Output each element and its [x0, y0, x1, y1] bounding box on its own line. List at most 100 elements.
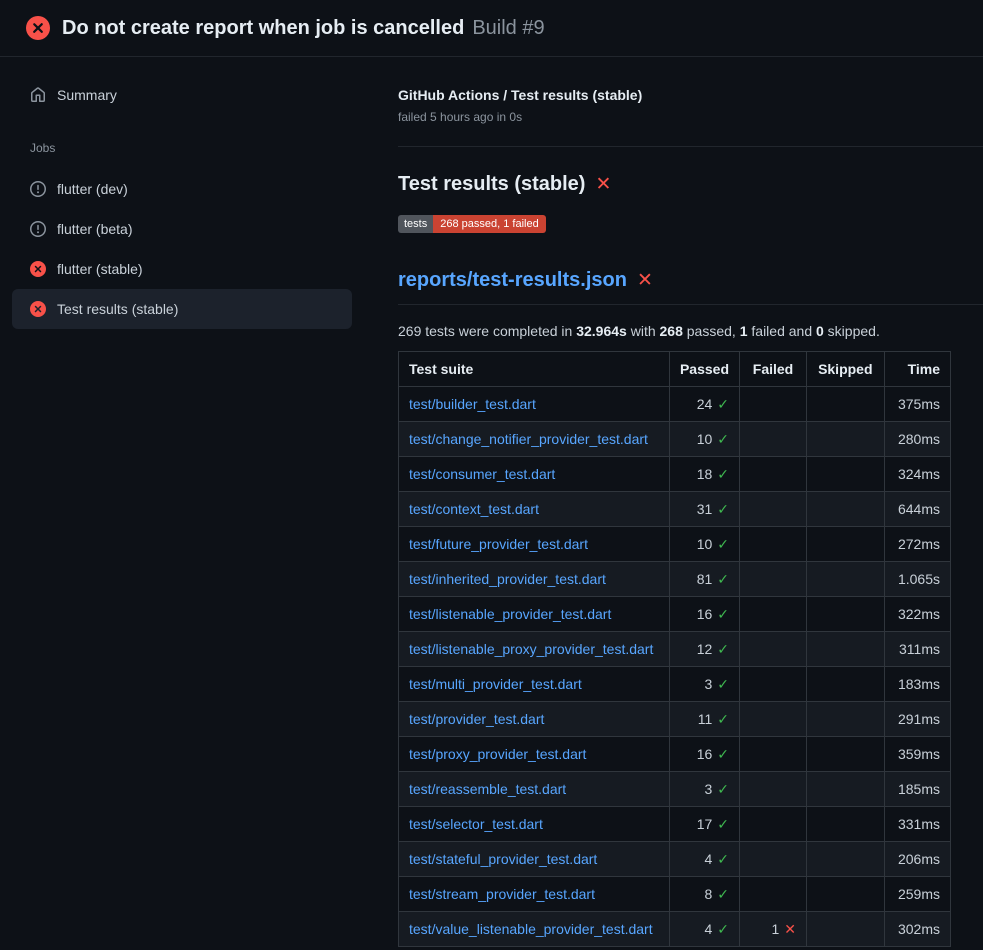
test-suite-link[interactable]: test/inherited_provider_test.dart	[409, 571, 606, 587]
test-suite-cell: test/value_listenable_provider_test.dart	[399, 912, 670, 947]
test-suite-cell: test/stream_provider_test.dart	[399, 877, 670, 912]
divider	[398, 146, 983, 147]
badge-label: tests	[398, 215, 433, 233]
page: Do not create report when job is cancell…	[0, 0, 983, 950]
failed-x-icon: ✕	[595, 175, 611, 194]
time-cell: 206ms	[884, 842, 950, 877]
passed-cell: 8✓	[669, 877, 739, 912]
check-icon: ✓	[717, 816, 729, 832]
check-icon: ✓	[717, 711, 729, 727]
job-label: flutter (stable)	[57, 261, 143, 277]
table-row: test/proxy_provider_test.dart 16✓ 359ms	[399, 737, 951, 772]
failed-status-icon	[30, 261, 46, 277]
table-row: test/reassemble_test.dart 3✓ 185ms	[399, 772, 951, 807]
test-suite-link[interactable]: test/consumer_test.dart	[409, 466, 555, 482]
job-label: Test results (stable)	[57, 301, 178, 317]
test-suite-link[interactable]: test/stream_provider_test.dart	[409, 886, 595, 902]
sidebar-item-flutter-stable[interactable]: flutter (stable)	[12, 249, 352, 289]
check-icon: ✓	[717, 501, 729, 517]
test-suite-link[interactable]: test/proxy_provider_test.dart	[409, 746, 586, 762]
skipped-cell	[807, 772, 885, 807]
test-suite-cell: test/provider_test.dart	[399, 702, 670, 737]
passed-cell: 81✓	[669, 562, 739, 597]
test-suite-cell: test/proxy_provider_test.dart	[399, 737, 670, 772]
column-header-test-suite: Test suite	[399, 352, 670, 387]
test-suite-link[interactable]: test/multi_provider_test.dart	[409, 676, 582, 692]
failed-status-icon	[30, 301, 46, 317]
failed-cell	[740, 772, 807, 807]
table-row: test/builder_test.dart 24✓ 375ms	[399, 387, 951, 422]
skipped-cell	[807, 667, 885, 702]
passed-cell: 17✓	[669, 807, 739, 842]
time-cell: 259ms	[884, 877, 950, 912]
skipped-cell	[807, 912, 885, 947]
failed-cell: 1✕	[740, 912, 807, 947]
page-title: Do not create report when job is cancell…	[62, 17, 545, 40]
test-suite-cell: test/change_notifier_provider_test.dart	[399, 422, 670, 457]
skipped-cell	[807, 457, 885, 492]
test-suite-cell: test/inherited_provider_test.dart	[399, 562, 670, 597]
report-link[interactable]: reports/test-results.json	[398, 269, 627, 292]
passed-cell: 11✓	[669, 702, 739, 737]
passed-cell: 16✓	[669, 597, 739, 632]
failed-cell	[740, 702, 807, 737]
sidebar-item-flutter-dev[interactable]: flutter (dev)	[12, 169, 352, 209]
summary-label: Summary	[57, 87, 117, 103]
skipped-cell	[807, 422, 885, 457]
check-title: Test results (stable) ✕	[398, 173, 951, 196]
test-suite-link[interactable]: test/value_listenable_provider_test.dart	[409, 921, 653, 937]
sidebar-item-flutter-beta[interactable]: flutter (beta)	[12, 209, 352, 249]
check-icon: ✓	[717, 396, 729, 412]
x-icon: ✕	[784, 921, 796, 937]
time-cell: 183ms	[884, 667, 950, 702]
job-label: flutter (beta)	[57, 221, 132, 237]
table-row: test/consumer_test.dart 18✓ 324ms	[399, 457, 951, 492]
failed-cell	[740, 527, 807, 562]
passed-cell: 18✓	[669, 457, 739, 492]
test-suite-link[interactable]: test/context_test.dart	[409, 501, 539, 517]
test-suite-link[interactable]: test/future_provider_test.dart	[409, 536, 588, 552]
test-suite-link[interactable]: test/builder_test.dart	[409, 396, 536, 412]
passed-cell: 31✓	[669, 492, 739, 527]
check-icon: ✓	[717, 431, 729, 447]
column-header-passed: Passed	[669, 352, 739, 387]
table-row: test/stream_provider_test.dart 8✓ 259ms	[399, 877, 951, 912]
summary-line: 269 tests were completed in 32.964s with…	[398, 323, 951, 339]
table-row: test/context_test.dart 31✓ 644ms	[399, 492, 951, 527]
time-cell: 644ms	[884, 492, 950, 527]
table-row: test/value_listenable_provider_test.dart…	[399, 912, 951, 947]
skipped-cell	[807, 737, 885, 772]
sidebar-item-summary[interactable]: Summary	[12, 75, 352, 115]
test-suite-link[interactable]: test/change_notifier_provider_test.dart	[409, 431, 648, 447]
test-suite-cell: test/listenable_provider_test.dart	[399, 597, 670, 632]
check-icon: ✓	[717, 851, 729, 867]
test-suite-link[interactable]: test/selector_test.dart	[409, 816, 543, 832]
check-icon: ✓	[717, 921, 729, 937]
test-suite-cell: test/consumer_test.dart	[399, 457, 670, 492]
passed-cell: 16✓	[669, 737, 739, 772]
skipped-cell	[807, 877, 885, 912]
test-suite-link[interactable]: test/reassemble_test.dart	[409, 781, 566, 797]
header: Do not create report when job is cancell…	[0, 0, 983, 57]
skipped-cell	[807, 632, 885, 667]
passed-cell: 24✓	[669, 387, 739, 422]
test-suite-link[interactable]: test/provider_test.dart	[409, 711, 544, 727]
table-header-row: Test suite Passed Failed Skipped Time	[399, 352, 951, 387]
table-row: test/multi_provider_test.dart 3✓ 183ms	[399, 667, 951, 702]
results-table-body: test/builder_test.dart 24✓ 375ms test/ch…	[399, 387, 951, 947]
jobs-list: flutter (dev) flutter (beta) flutter (st…	[12, 169, 352, 329]
column-header-skipped: Skipped	[807, 352, 885, 387]
table-row: test/change_notifier_provider_test.dart …	[399, 422, 951, 457]
passed-cell: 3✓	[669, 667, 739, 702]
sidebar-item-test-results-stable[interactable]: Test results (stable)	[12, 289, 352, 329]
skipped-cell	[807, 807, 885, 842]
test-suite-link[interactable]: test/stateful_provider_test.dart	[409, 851, 597, 867]
time-cell: 359ms	[884, 737, 950, 772]
check-icon: ✓	[717, 641, 729, 657]
test-suite-link[interactable]: test/listenable_proxy_provider_test.dart	[409, 641, 653, 657]
test-suite-link[interactable]: test/listenable_provider_test.dart	[409, 606, 611, 622]
report-title: reports/test-results.json ✕	[398, 269, 983, 305]
table-row: test/inherited_provider_test.dart 81✓ 1.…	[399, 562, 951, 597]
table-row: test/provider_test.dart 11✓ 291ms	[399, 702, 951, 737]
failed-cell	[740, 667, 807, 702]
